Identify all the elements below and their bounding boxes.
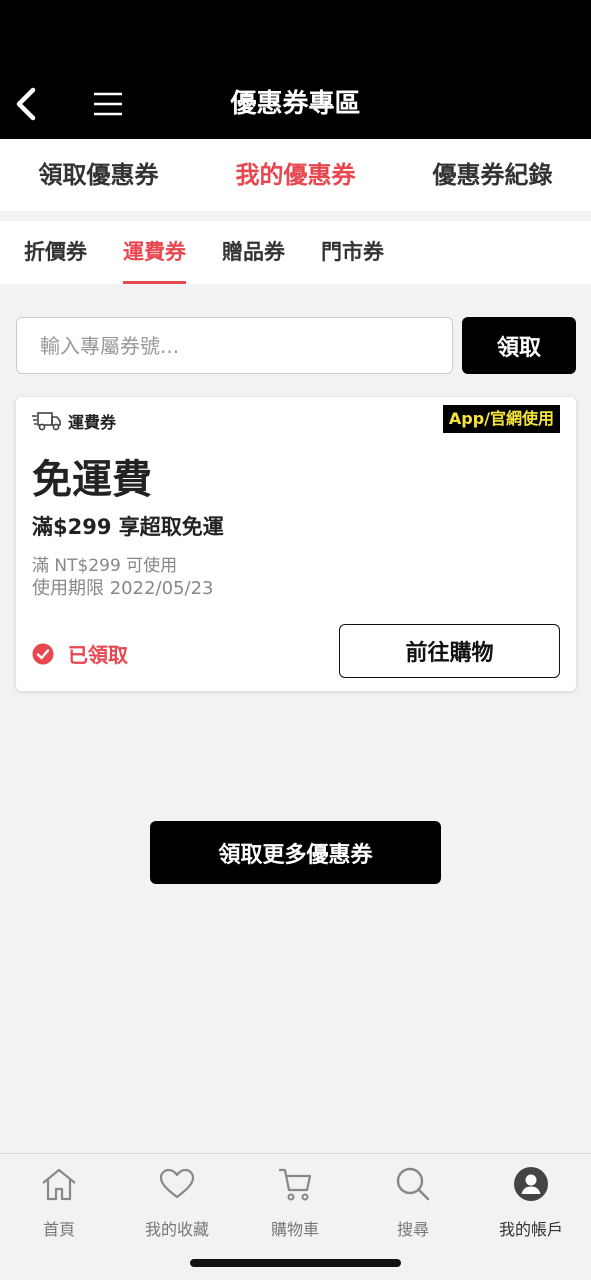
claimed-status: 已領取 xyxy=(32,639,128,668)
nav-cart-label: 購物車 xyxy=(270,1220,319,1239)
coupon-type-tabs: 折價券 運費券 贈品券 門市券 xyxy=(0,221,591,284)
home-icon xyxy=(42,1168,76,1201)
nav-account[interactable]: 我的帳戶 xyxy=(472,1164,590,1244)
nav-favorites-label: 我的收藏 xyxy=(144,1220,209,1239)
coupon-min-spend: 滿 NT$299 可使用 xyxy=(32,556,178,576)
subtab-store[interactable]: 門市券 xyxy=(321,221,384,284)
claim-more-coupons-button[interactable]: 領取更多優惠券 xyxy=(150,821,441,884)
coupon-title: 免運費 xyxy=(32,457,152,503)
subtab-shipping[interactable]: 運費券 xyxy=(123,221,186,284)
coupon-card: 運費券 App/官網使用 免運費 滿$299 享超取免運 滿 NT$299 可使… xyxy=(16,397,576,691)
go-shopping-button[interactable]: 前往購物 xyxy=(339,624,560,678)
nav-account-label: 我的帳戶 xyxy=(498,1220,563,1239)
app-header: 優惠券專區 xyxy=(0,0,591,139)
check-circle-icon xyxy=(32,643,54,664)
subtab-gift[interactable]: 贈品券 xyxy=(222,221,285,284)
claimed-label: 已領取 xyxy=(68,643,128,667)
nav-cart[interactable]: 購物車 xyxy=(236,1164,354,1244)
channel-badge: App/官網使用 xyxy=(442,405,560,433)
nav-home-label: 首頁 xyxy=(42,1220,75,1239)
coupon-type-label: 運費券 xyxy=(68,413,117,432)
coupon-type: 運費券 xyxy=(32,409,116,433)
account-icon xyxy=(514,1167,548,1201)
page-title: 優惠券專區 xyxy=(230,89,361,119)
nav-search-label: 搜尋 xyxy=(396,1220,429,1239)
tab-coupon-history[interactable]: 優惠券紀錄 xyxy=(394,139,591,211)
tab-claim-coupons[interactable]: 領取優惠券 xyxy=(0,139,197,211)
nav-search[interactable]: 搜尋 xyxy=(354,1164,472,1244)
truck-icon xyxy=(32,412,61,431)
nav-home[interactable]: 首頁 xyxy=(0,1164,118,1244)
nav-favorites[interactable]: 我的收藏 xyxy=(118,1164,236,1244)
search-icon xyxy=(396,1167,430,1201)
coupon-description: 滿$299 享超取免運 xyxy=(32,515,224,539)
claim-code-button[interactable]: 領取 xyxy=(462,317,576,374)
home-indicator xyxy=(190,1259,401,1267)
tab-my-coupons[interactable]: 我的優惠券 xyxy=(197,139,394,211)
cart-icon xyxy=(279,1168,312,1201)
subtab-discount[interactable]: 折價券 xyxy=(24,221,87,284)
coupon-expiry: 使用期限 2022/05/23 xyxy=(32,578,214,599)
coupon-code-input[interactable] xyxy=(16,317,453,374)
main-tabs: 領取優惠券 我的優惠券 優惠券紀錄 xyxy=(0,139,591,211)
heart-icon xyxy=(159,1168,195,1199)
